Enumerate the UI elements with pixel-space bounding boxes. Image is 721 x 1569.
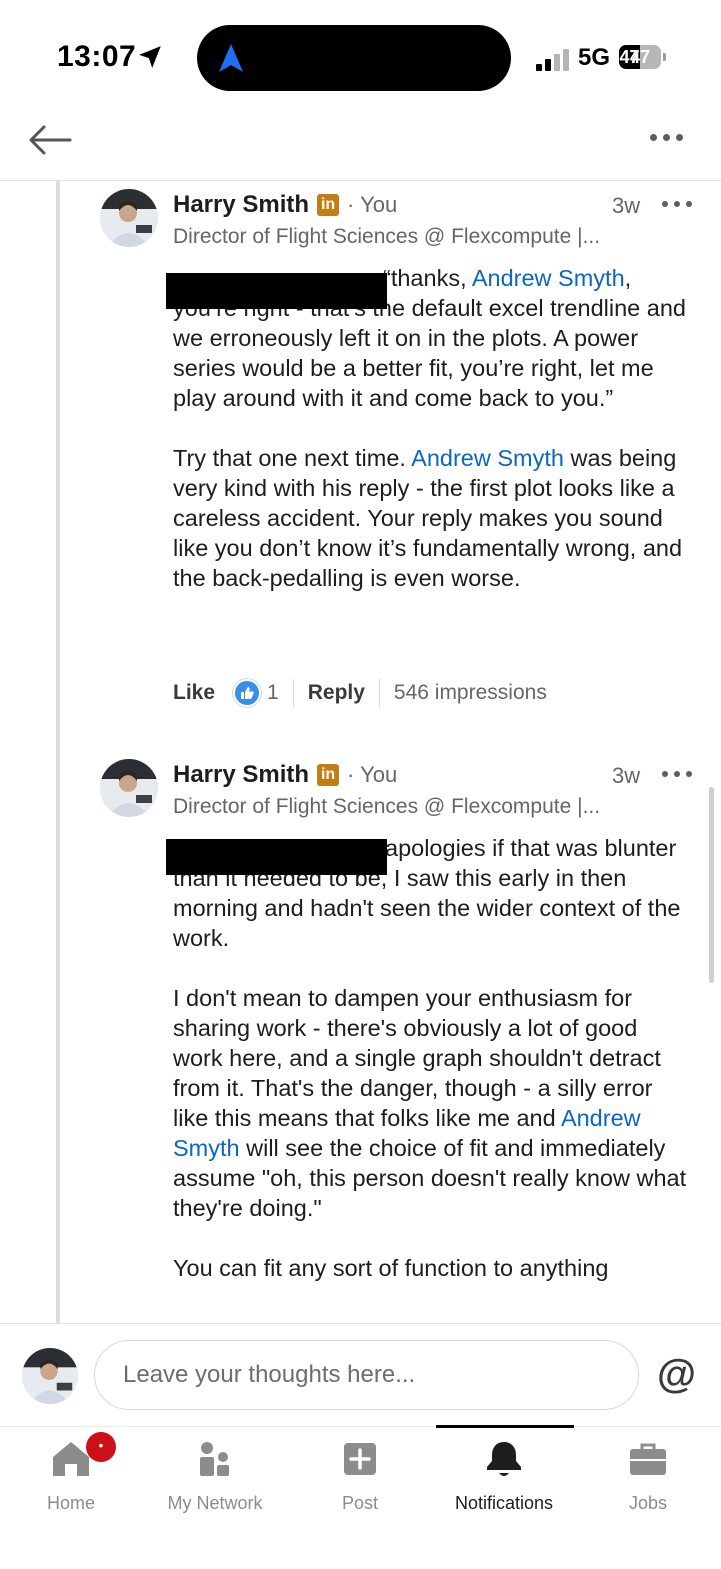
you-label: · You: [347, 192, 398, 217]
tab-notifications[interactable]: Notifications: [434, 1427, 574, 1514]
mention-link[interactable]: Andrew Smyth: [411, 445, 564, 471]
comment-paragraph: Try that one next time. Andrew Smyth was…: [173, 443, 693, 593]
comment-body: “thanks, Andrew Smyth, you’re right - th…: [173, 263, 693, 623]
impressions-count: 546 impressions: [393, 681, 547, 704]
author-row: Harry Smith in · You: [173, 761, 397, 789]
more-options-button[interactable]: [650, 134, 683, 141]
tab-label: Jobs: [628, 1493, 668, 1513]
back-arrow-icon[interactable]: [28, 124, 72, 156]
thread-line: [56, 181, 60, 1323]
notification-badge: •: [86, 1432, 116, 1462]
comment: Harry Smith in · You 3w Director of Flig…: [100, 189, 700, 719]
comment-more-button[interactable]: [662, 771, 692, 777]
avatar-photo: [22, 1348, 78, 1404]
network-type: 5G: [578, 44, 611, 71]
tab-jobs[interactable]: Jobs: [578, 1427, 718, 1514]
comment-age: 3w: [612, 763, 641, 788]
tab-label: Home: [46, 1493, 95, 1513]
comment-more-button[interactable]: [662, 201, 692, 207]
author-headline: Director of Flight Sciences @ Flexcomput…: [173, 795, 601, 818]
tab-home[interactable]: Home •: [1, 1427, 141, 1514]
like-count: 1: [267, 681, 279, 704]
location-arrow-icon: [139, 46, 161, 68]
you-text: You: [360, 192, 398, 217]
tab-label: My Network: [167, 1493, 263, 1513]
briefcase-icon: [630, 1443, 666, 1475]
battery-level: 47: [629, 47, 651, 67]
like-button[interactable]: Like: [173, 681, 215, 705]
reply-button[interactable]: Reply: [308, 681, 365, 705]
tab-label: Post: [341, 1493, 379, 1513]
divider: [292, 679, 294, 707]
author-headline: Director of Flight Sciences @ Flexcomput…: [173, 225, 601, 248]
comment-text: “thanks,: [383, 265, 472, 291]
linkedin-premium-icon: in: [317, 764, 340, 786]
author-name[interactable]: Harry Smith: [173, 761, 309, 789]
avatar-photo: [100, 189, 158, 247]
more-dots-icon: [662, 771, 692, 777]
comment: Harry Smith in · You 3w Director of Flig…: [100, 759, 700, 1319]
mention-link[interactable]: Andrew Smyth: [472, 265, 625, 291]
signal-icon: [536, 49, 570, 71]
comment-age: 3w: [612, 193, 641, 218]
status-bar: 13:07 5G 47 47: [0, 0, 721, 110]
battery-tip: [663, 53, 666, 61]
dynamic-island: [197, 25, 511, 91]
status-time: 13:07: [57, 40, 137, 73]
home-icon: [53, 1442, 89, 1476]
author-name[interactable]: Harry Smith: [173, 191, 309, 219]
comment-composer: Leave your thoughts here... @: [0, 1323, 721, 1426]
divider: [378, 679, 380, 707]
tab-my-network[interactable]: My Network: [145, 1427, 285, 1514]
comment-paragraph: I don't mean to dampen your enthusiasm f…: [173, 983, 693, 1223]
redaction-box: [166, 273, 387, 309]
avatar[interactable]: [100, 759, 158, 817]
tab-label: Notifications: [454, 1493, 554, 1513]
more-dots-icon: [650, 134, 683, 141]
thumbs-up-icon: [233, 679, 262, 707]
you-label: · You: [347, 762, 398, 787]
you-text: You: [360, 762, 398, 787]
tab-post[interactable]: Post: [290, 1427, 430, 1514]
comment-text: You can fit any sort of function to anyt…: [173, 1255, 609, 1281]
top-nav: [0, 110, 721, 181]
comment-paragraph: You can fit any sort of function to anyt…: [173, 1253, 693, 1283]
comment-actions: Like 1 Reply 546 impressions: [173, 679, 547, 707]
linkedin-premium-icon: in: [317, 194, 340, 216]
comment-input[interactable]: Leave your thoughts here...: [94, 1340, 639, 1410]
network-icon: [200, 1442, 229, 1476]
redaction-box: [166, 839, 387, 875]
author-row: Harry Smith in · You: [173, 191, 397, 219]
post-icon: [344, 1443, 376, 1475]
bell-icon: [487, 1442, 521, 1476]
more-dots-icon: [662, 201, 692, 207]
bottom-tab-bar: Home • My Network Post Notifications Job…: [0, 1425, 721, 1569]
comment-text: Try that one next time.: [173, 445, 412, 471]
mention-button[interactable]: @: [657, 1352, 696, 1397]
scroll-indicator: [709, 787, 714, 983]
comment-body: apologies if that was blunter than it ne…: [173, 833, 693, 1313]
avatar: [22, 1348, 78, 1404]
avatar-photo: [100, 759, 158, 817]
avatar[interactable]: [100, 189, 158, 247]
maps-app-icon: [219, 44, 243, 72]
comment-text: will see the choice of fit and immediate…: [173, 1135, 687, 1221]
